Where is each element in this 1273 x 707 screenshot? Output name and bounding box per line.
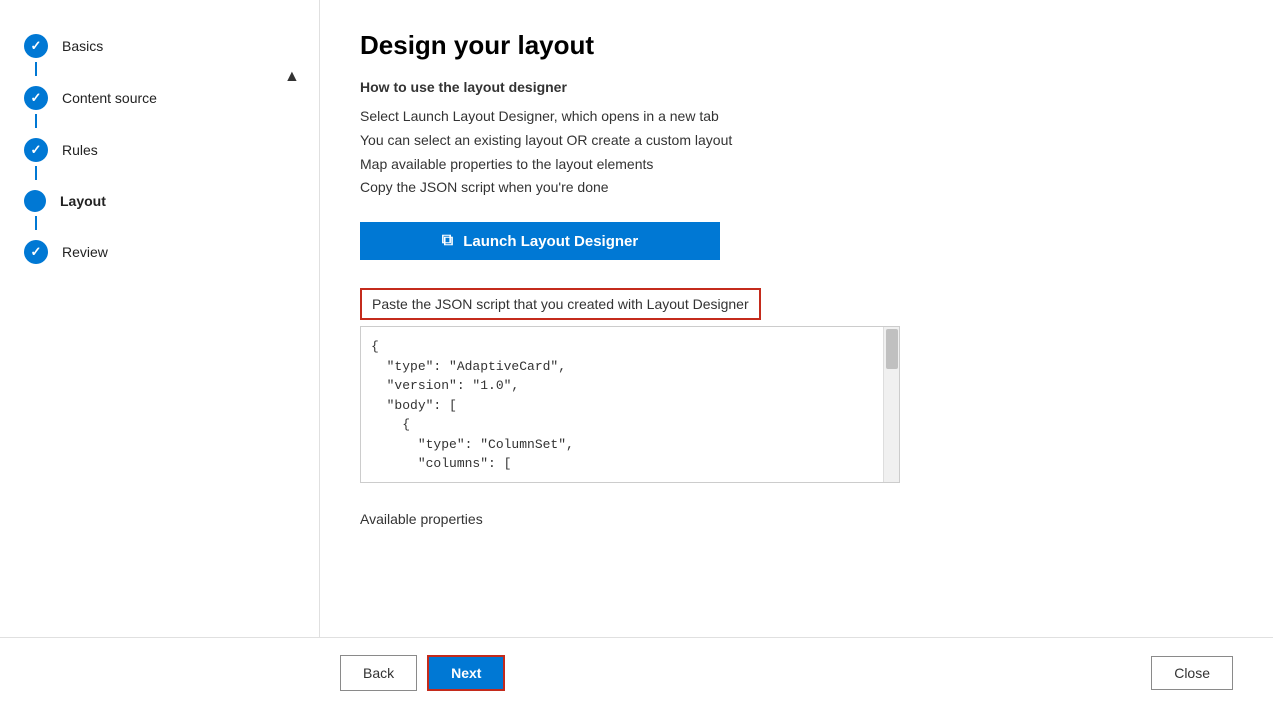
rules-step-icon: ✓ [24, 138, 48, 162]
next-button[interactable]: Next [427, 655, 505, 691]
back-button[interactable]: Back [340, 655, 417, 691]
json-textarea-wrapper [360, 326, 900, 483]
json-scrollbar[interactable] [883, 327, 899, 482]
json-label: Paste the JSON script that you created w… [360, 288, 761, 320]
instruction-line-4: Copy the JSON script when you're done [360, 176, 1233, 200]
available-properties-label: Available properties [360, 511, 1233, 527]
footer: Back Next Close [0, 637, 1273, 707]
review-step-label: Review [62, 244, 108, 260]
basics-step-icon: ✓ [24, 34, 48, 58]
sidebar-item-review[interactable]: ✓ Review [0, 226, 319, 278]
main-content: Design your layout How to use the layout… [320, 0, 1273, 637]
instruction-line-3: Map available properties to the layout e… [360, 153, 1233, 177]
json-scrollbar-thumb [886, 329, 898, 369]
json-section: Paste the JSON script that you created w… [360, 288, 1233, 483]
layout-step-label: Layout [60, 193, 106, 209]
json-input[interactable] [361, 327, 899, 477]
page-title: Design your layout [360, 30, 1233, 61]
content-source-step-icon: ✓ [24, 86, 48, 110]
sidebar-item-layout[interactable]: Layout [0, 176, 319, 226]
review-step-icon: ✓ [24, 240, 48, 264]
sidebar-item-basics[interactable]: ✓ Basics [0, 20, 319, 72]
section-subtitle: How to use the layout designer [360, 79, 1233, 95]
instruction-line-2: You can select an existing layout OR cre… [360, 129, 1233, 153]
content-source-step-label: Content source [62, 90, 157, 106]
sidebar: ✓ Basics ✓ Content source ✓ Rules Layout [0, 0, 320, 637]
basics-step-label: Basics [62, 38, 103, 54]
sidebar-item-content-source[interactable]: ✓ Content source [0, 72, 319, 124]
external-link-icon: ⧉ [442, 232, 453, 250]
footer-left-buttons: Back Next [340, 655, 505, 691]
instruction-line-1: Select Launch Layout Designer, which ope… [360, 105, 1233, 129]
rules-step-label: Rules [62, 142, 98, 158]
launch-button-label: Launch Layout Designer [463, 233, 638, 250]
instructions: Select Launch Layout Designer, which ope… [360, 105, 1233, 200]
launch-layout-designer-button[interactable]: ⧉ Launch Layout Designer [360, 222, 720, 260]
layout-step-icon [24, 190, 46, 212]
sidebar-item-rules[interactable]: ✓ Rules [0, 124, 319, 176]
close-button[interactable]: Close [1151, 656, 1233, 690]
